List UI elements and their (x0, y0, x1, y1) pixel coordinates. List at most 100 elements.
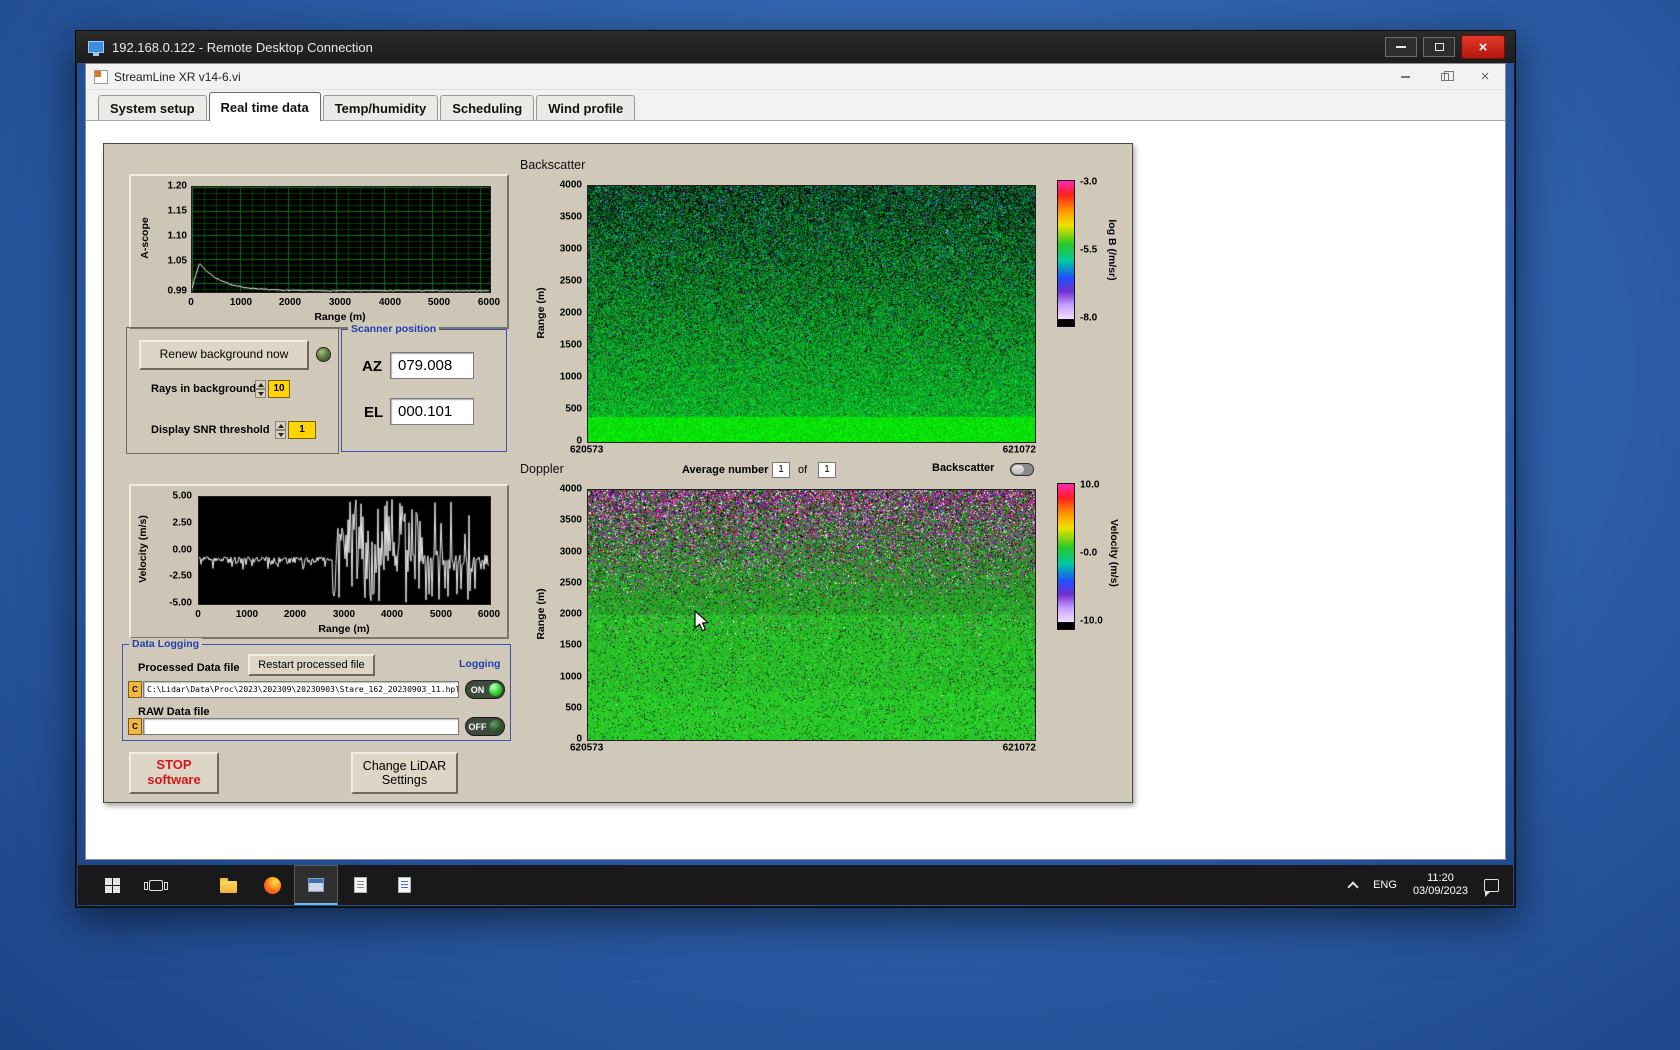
doppler-colorbar (1057, 483, 1075, 623)
drive-icon[interactable]: C (128, 681, 142, 698)
doppler-colorbar-label: Velocity (m/s) (1108, 519, 1120, 587)
rays-value-field[interactable]: 10 (268, 380, 290, 398)
restart-processed-file-button[interactable]: Restart processed file (248, 654, 375, 676)
velocity-plot-canvas (199, 497, 490, 604)
velocity-xtick: 6000 (477, 609, 501, 620)
logging-label: Logging (459, 658, 501, 670)
velocity-ytick: 2.50 (172, 517, 192, 529)
velocity-xtick: 1000 (235, 609, 259, 620)
tab-system-setup[interactable]: System setup (98, 95, 207, 120)
average-number-label: Average number (682, 464, 769, 476)
snr-value-field[interactable]: 1 (288, 421, 316, 439)
change-button-line2: Settings (381, 773, 428, 787)
doppler-ytick: 4000 (559, 483, 582, 495)
rays-spinner[interactable] (255, 380, 266, 398)
backscatter-heatmap (587, 185, 1036, 443)
file-explorer-icon (219, 877, 237, 893)
doppler-ytick: 1000 (559, 671, 582, 683)
app-close-button[interactable]: × (1465, 64, 1505, 90)
velocity-graph: Velocity (m/s) 5.00 2.50 0.00 -2.50 -5.0… (129, 484, 509, 639)
processed-data-file-path[interactable]: C:\Lidar\Data\Proc\2023\202309\20230903\… (143, 681, 459, 698)
spinner-down-icon[interactable] (275, 430, 286, 439)
tab-scheduling[interactable]: Scheduling (440, 95, 535, 120)
el-value: 000.101 (390, 398, 474, 425)
backscatter-ytick: 4000 (559, 179, 582, 191)
firefox-button[interactable] (250, 865, 294, 905)
scanner-position-title: Scanner position (348, 323, 440, 335)
rdp-minimize-button[interactable] (1385, 37, 1417, 57)
snr-threshold-label: Display SNR threshold (151, 424, 270, 436)
scanner-position-group: Scanner position AZ 079.008 EL 000.101 (341, 323, 507, 452)
ascope-ytick: 1.20 (167, 180, 187, 192)
backscatter-ytick: 2000 (559, 307, 582, 319)
rdp-title: 192.168.0.122 - Remote Desktop Connectio… (112, 39, 373, 55)
average-total-field[interactable]: 1 (818, 462, 836, 478)
task-view-button[interactable] (134, 865, 178, 905)
ascope-ytick: 1.05 (167, 255, 187, 267)
stop-button-line2: software (147, 772, 201, 787)
snr-spinner[interactable] (275, 421, 286, 439)
main-panel: A-scope 1.20 1.15 1.10 1.05 0.99 0 1000 … (103, 143, 1133, 803)
velocity-ytick: -5.00 (169, 597, 192, 609)
raw-logging-toggle[interactable]: OFF (465, 717, 505, 736)
data-logging-group: Data Logging Processed Data file Restart… (122, 638, 511, 741)
app-titlebar[interactable]: StreamLine XR v14-6.vi × (86, 64, 1505, 90)
spinner-up-icon[interactable] (275, 421, 286, 430)
doppler-colorbar-cap (1057, 623, 1075, 630)
rdp-titlebar[interactable]: 192.168.0.122 - Remote Desktop Connectio… (76, 31, 1515, 63)
text-document-icon (397, 877, 411, 893)
drive-icon[interactable]: C (128, 718, 142, 735)
rdp-close-button[interactable]: × (1461, 35, 1505, 59)
ascope-xtick: 6000 (477, 297, 501, 308)
doppler-ytick: 2500 (559, 577, 582, 589)
stop-software-button[interactable]: STOP software (129, 752, 219, 794)
scan-scheduler-button[interactable] (338, 865, 382, 905)
spinner-down-icon[interactable] (255, 389, 266, 398)
file-explorer-button[interactable] (206, 865, 250, 905)
close-icon: × (1478, 38, 1488, 56)
start-button[interactable] (90, 865, 134, 905)
change-lidar-settings-button[interactable]: Change LiDAR Settings (351, 752, 458, 794)
doppler-ytick: 3000 (559, 546, 582, 558)
rdp-maximize-button[interactable] (1423, 37, 1455, 57)
tab-temp-humidity[interactable]: Temp/humidity (322, 95, 439, 120)
toggle-off-label: OFF (468, 721, 487, 732)
streamline-app-icon (308, 877, 324, 892)
raw-data-file-path[interactable] (143, 718, 459, 735)
tab-real-time-data[interactable]: Real time data (208, 92, 321, 121)
backscatter-ytick: 3000 (559, 243, 582, 255)
taskbar-clock[interactable]: 11:20 03/09/2023 (1413, 872, 1468, 898)
velocity-ytick: 5.00 (172, 490, 192, 502)
change-button-line1: Change LiDAR (362, 758, 447, 773)
app-minimize-button[interactable] (1385, 64, 1425, 90)
doppler-ytick: 2000 (559, 608, 582, 620)
az-label: AZ (362, 358, 382, 375)
average-number-field[interactable]: 1 (772, 462, 790, 478)
tab-bar: System setup Real time data Temp/humidit… (86, 90, 1505, 121)
windows-logo-icon (104, 877, 120, 893)
text-document-button[interactable] (382, 865, 426, 905)
tab-wind-profile[interactable]: Wind profile (536, 95, 636, 120)
doppler-ylabel: Range (m) (535, 588, 547, 640)
spinner-up-icon[interactable] (255, 380, 266, 389)
remote-desktop-icon (88, 41, 104, 56)
doppler-ytick: 3500 (559, 514, 582, 526)
labview-app-icon (94, 69, 108, 84)
renew-background-button[interactable]: Renew background now (139, 340, 309, 370)
taskbar: ENG 11:20 03/09/2023 (78, 865, 1513, 905)
backscatter-ytick: 3500 (559, 211, 582, 223)
processed-logging-toggle[interactable]: ON (465, 680, 505, 699)
backscatter-colorbar-label: log B (/m/sr) (1106, 219, 1118, 281)
background-controls-group: Renew background now Rays in background … (126, 327, 339, 454)
backscatter-display-toggle[interactable] (1010, 463, 1034, 476)
minimize-icon (1396, 46, 1406, 48)
app-restore-button[interactable] (1425, 64, 1465, 90)
streamline-app-button[interactable] (294, 865, 338, 905)
backscatter-colorbar-tick: -3.0 (1080, 176, 1098, 188)
backscatter-xtick-right: 621072 (1002, 444, 1036, 456)
action-center-icon[interactable] (1484, 878, 1499, 897)
language-indicator[interactable]: ENG (1373, 879, 1397, 891)
restore-icon (1441, 70, 1454, 81)
ascope-plot (191, 186, 491, 293)
tray-expand-chevron-icon[interactable] (1347, 881, 1359, 893)
